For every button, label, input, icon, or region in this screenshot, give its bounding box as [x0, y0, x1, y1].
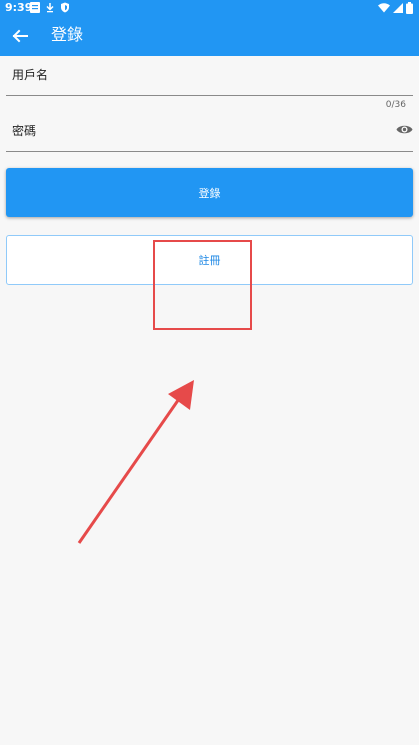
annotation-highlight-box	[153, 240, 252, 330]
battery-icon	[406, 2, 413, 14]
wifi-icon	[378, 3, 390, 13]
message-icon	[30, 2, 40, 13]
username-label: 用戶名	[12, 68, 49, 82]
login-button-label: 登錄	[198, 186, 221, 200]
download-icon	[46, 3, 54, 13]
arrow-back-icon[interactable]	[11, 27, 29, 45]
status-time: 9:39	[5, 1, 33, 14]
app-bar: 登錄	[0, 17, 419, 56]
password-label: 密碼	[12, 124, 37, 138]
page-title: 登錄	[51, 25, 84, 44]
username-field[interactable]: 用戶名	[6, 57, 413, 96]
password-field[interactable]: 密碼	[6, 113, 413, 152]
login-button[interactable]: 登錄	[6, 168, 413, 217]
eye-icon[interactable]	[396, 123, 413, 136]
annotation-arrow	[77, 380, 194, 544]
signal-icon	[393, 3, 403, 13]
status-bar: 9:39	[0, 0, 419, 17]
shield-icon	[61, 2, 69, 13]
notification-icons	[30, 2, 70, 13]
system-icons	[378, 2, 413, 14]
username-char-counter: 0/36	[385, 100, 406, 110]
